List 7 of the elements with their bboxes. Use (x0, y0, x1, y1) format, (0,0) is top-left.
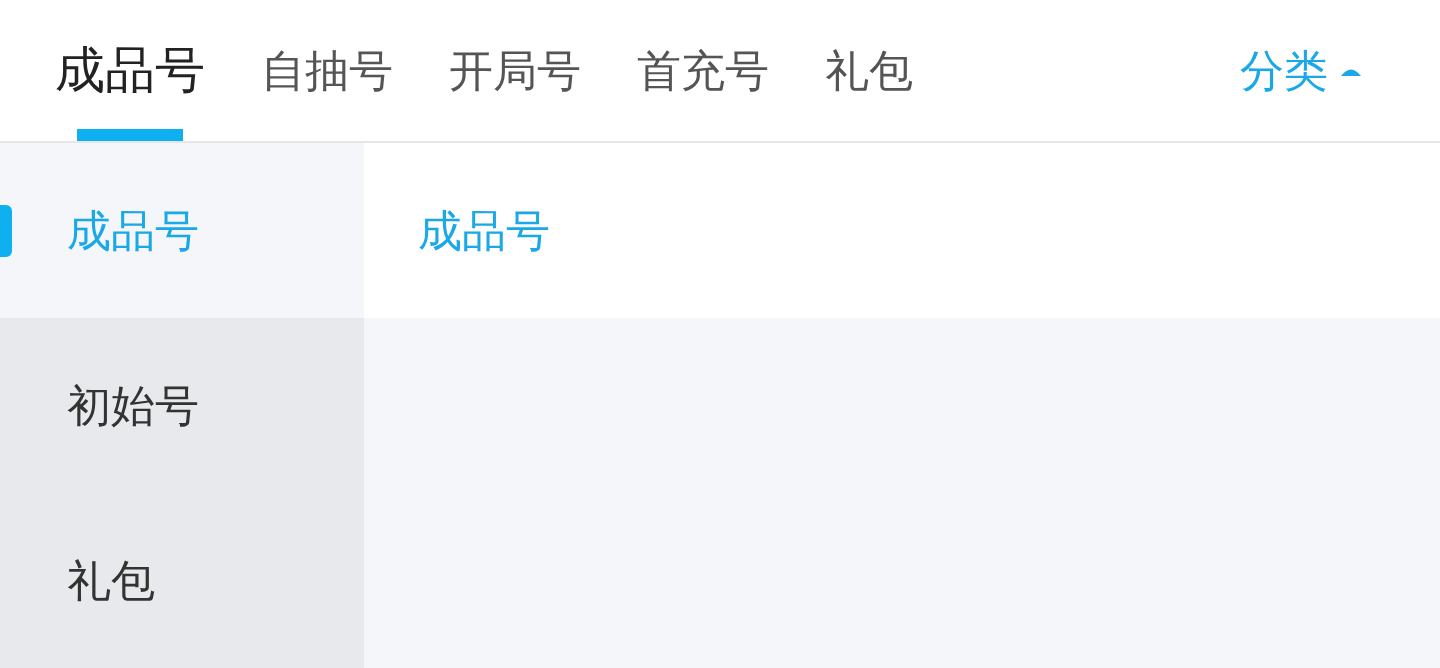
tab[interactable]: 礼包 (825, 0, 913, 141)
tab[interactable]: 自抽号 (261, 0, 393, 141)
section-title: 成品号 (418, 203, 550, 258)
selected-indicator (0, 205, 12, 257)
tab[interactable]: 成品号 (55, 0, 205, 141)
tab[interactable]: 开局号 (449, 0, 581, 141)
tab[interactable]: 首充号 (637, 0, 769, 141)
